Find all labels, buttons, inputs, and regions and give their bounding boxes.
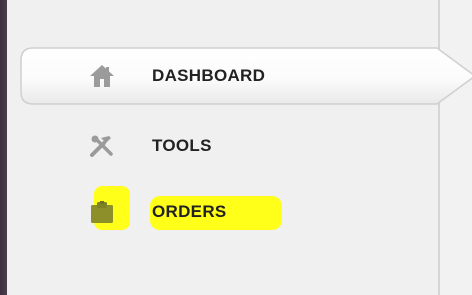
tools-icon: [89, 134, 115, 158]
clipboard-icon: [89, 200, 115, 224]
sidebar-item-label: ORDERS: [152, 202, 227, 221]
home-icon: [89, 64, 115, 88]
sidebar-nav: DASHBOARD TOOLS ORDERS: [7, 0, 472, 295]
app-left-border: [0, 0, 7, 295]
sidebar-item-label: DASHBOARD: [152, 66, 266, 85]
sidebar-item-orders[interactable]: ORDERS: [7, 190, 438, 234]
sidebar-item-label: TOOLS: [152, 136, 212, 155]
sidebar-item-tools[interactable]: TOOLS: [7, 124, 438, 168]
sidebar-item-dashboard[interactable]: DASHBOARD: [7, 54, 438, 98]
